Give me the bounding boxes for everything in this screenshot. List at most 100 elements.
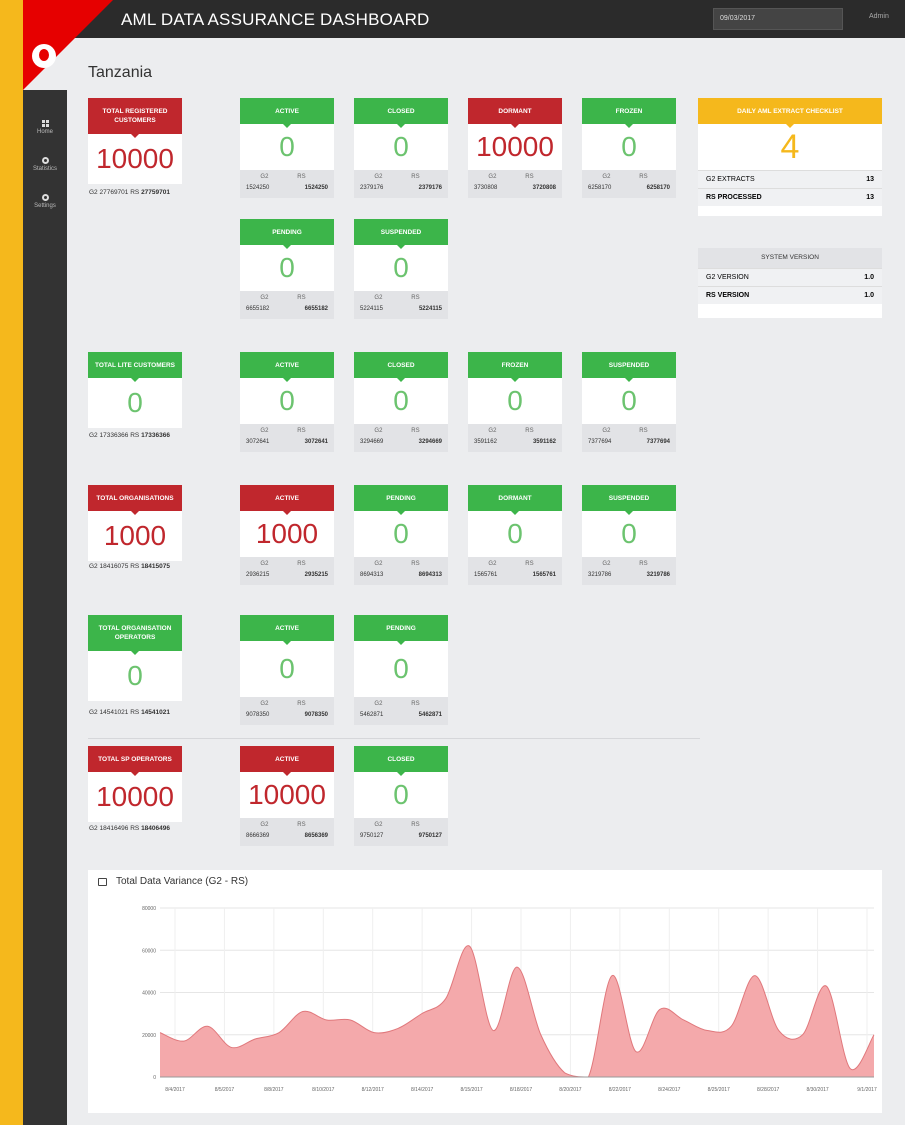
x-tick-label: 8/15/2017 (460, 1087, 482, 1093)
card-footer: G2 RS 3072641 3072641 (240, 424, 334, 452)
card-footer: G2 RS 3730808 3720808 (468, 170, 562, 198)
orgs-dormant-card[interactable]: DORMANT 0 G2 RS 1565761 1565761 (468, 485, 562, 585)
registered-suspended-card[interactable]: SUSPENDED 0 G2 RS 5224115 5224115 (354, 219, 448, 319)
sidebar-item-label: Settings (34, 203, 56, 209)
page-title: Tanzania (88, 64, 153, 81)
card-header: TOTAL ORGANISATIONS (88, 485, 182, 515)
total-org-operators-card[interactable]: TOTAL ORGANISATION OPERATORS 0 (88, 615, 182, 701)
x-tick-label: 8/24/2017 (658, 1087, 680, 1093)
grid-icon (41, 120, 49, 127)
y-tick-label: 60000 (142, 948, 156, 954)
card-value: 0 (240, 641, 334, 697)
x-tick-label: 8/12/2017 (362, 1087, 384, 1093)
x-tick-label: 9/1/2017 (857, 1087, 877, 1093)
card-value: 10000 (88, 772, 182, 822)
orgs-pending-card[interactable]: PENDING 0 G2 RS 8694313 8694313 (354, 485, 448, 585)
card-footer: G2 RS 9750127 9750127 (354, 818, 448, 846)
card-value: 0 (354, 245, 448, 291)
user-menu[interactable]: Admin (869, 13, 889, 20)
x-tick-label: 8/8/2017 (264, 1087, 284, 1093)
lite-closed-card[interactable]: CLOSED 0 G2 RS 3294669 3294669 (354, 352, 448, 452)
registered-frozen-card[interactable]: FROZEN 0 G2 RS 6258170 6258170 (582, 98, 676, 198)
card-footer: G2 RS 1524250 1524250 (240, 170, 334, 198)
card-value: 0 (240, 124, 334, 170)
variance-chart-panel: Total Data Variance (G2 - RS) 80000 60000… (88, 870, 882, 1113)
org-ops-pending-card[interactable]: PENDING 0 G2 RS 5462871 5462871 (354, 615, 448, 725)
card-value: 10000 (88, 134, 182, 184)
card-header: ACTIVE (240, 615, 334, 645)
total-lite-card[interactable]: TOTAL LITE CUSTOMERS 0 (88, 352, 182, 428)
sidebar-item-settings[interactable]: Settings (23, 182, 67, 222)
card-footer: G2 RS 5462871 5462871 (354, 697, 448, 725)
statistics-icon (41, 157, 49, 164)
y-tick-label: 80000 (142, 906, 156, 912)
checklist-row: G2 EXTRACTS 13 (698, 170, 882, 188)
total-foot: G2 17336366 RS 17336366 (89, 432, 170, 439)
card-header: PENDING (354, 485, 448, 515)
vodafone-logo[interactable] (32, 44, 56, 68)
card-header: ACTIVE (240, 485, 334, 515)
x-tick-label: 8/22/2017 (609, 1087, 631, 1093)
lite-frozen-card[interactable]: FROZEN 0 G2 RS 3591162 3591162 (468, 352, 562, 452)
x-tick-label: 8/25/2017 (708, 1087, 730, 1093)
card-value: 0 (582, 378, 676, 424)
total-foot: G2 18416075 RS 18415075 (89, 563, 170, 570)
orgs-active-card[interactable]: ACTIVE 1000 G2 RS 2936215 2935215 (240, 485, 334, 585)
date-input[interactable]: 09/03/2017 (713, 8, 843, 30)
total-foot: G2 14541021 RS 14541021 (89, 709, 170, 716)
card-header: FROZEN (468, 352, 562, 382)
checklist-title: DAILY AML EXTRACT CHECKLIST (698, 98, 882, 128)
total-registered-card[interactable]: TOTAL REGISTERED CUSTOMERS 10000 (88, 98, 182, 184)
card-header: CLOSED (354, 352, 448, 382)
x-tick-label: 8/28/2017 (757, 1087, 779, 1093)
card-value: 0 (582, 511, 676, 557)
sp-ops-active-card[interactable]: ACTIVE 10000 G2 RS 8666369 8656369 (240, 746, 334, 846)
org-ops-active-card[interactable]: ACTIVE 0 G2 RS 9078350 9078350 (240, 615, 334, 725)
card-value: 1000 (240, 511, 334, 557)
version-row: RS VERSION 1.0 (698, 286, 882, 304)
version-title: SYSTEM VERSION (698, 248, 882, 268)
orgs-suspended-card[interactable]: SUSPENDED 0 G2 RS 3219786 3219786 (582, 485, 676, 585)
total-sp-operators-card[interactable]: TOTAL SP OPERATORS 10000 (88, 746, 182, 822)
x-tick-label: 8/18/2017 (510, 1087, 532, 1093)
card-value: 10000 (240, 772, 334, 818)
card-header: SUSPENDED (582, 485, 676, 515)
card-footer: G2 RS 8694313 8694313 (354, 557, 448, 585)
card-header: PENDING (240, 219, 334, 249)
card-value: 10000 (468, 124, 562, 170)
sidebar-item-home[interactable]: Home (23, 108, 67, 148)
card-value: 0 (354, 378, 448, 424)
version-row: G2 VERSION 1.0 (698, 268, 882, 286)
lite-suspended-card[interactable]: SUSPENDED 0 G2 RS 7377694 7377694 (582, 352, 676, 452)
card-header: CLOSED (354, 98, 448, 128)
card-footer: G2 RS 3219786 3219786 (582, 557, 676, 585)
checklist-value: 4 (780, 127, 800, 166)
version-panel: SYSTEM VERSION G2 VERSION 1.0 RS VERSION 1… (698, 248, 882, 318)
lite-active-card[interactable]: ACTIVE 0 G2 RS 3072641 3072641 (240, 352, 334, 452)
app-title: AML DATA ASSURANCE DASHBOARD (121, 10, 430, 29)
card-header: TOTAL SP OPERATORS (88, 746, 182, 776)
card-header: TOTAL ORGANISATION OPERATORS (88, 615, 182, 655)
registered-closed-card[interactable]: CLOSED 0 G2 RS 2379176 2379176 (354, 98, 448, 198)
card-value: 0 (354, 124, 448, 170)
sidebar-item-label: Statistics (32, 166, 57, 172)
sidebar-item-statistics[interactable]: Statistics (23, 145, 67, 185)
card-header: SUSPENDED (354, 219, 448, 249)
checklist-panel: DAILY AML EXTRACT CHECKLIST 4 G2 EXTRACT… (698, 98, 882, 216)
registered-pending-card[interactable]: PENDING 0 G2 RS 6655182 6655182 (240, 219, 334, 319)
checklist-row: RS PROCESSED 13 (698, 188, 882, 206)
total-foot: G2 27769701 RS 27759701 (89, 189, 170, 196)
card-footer: G2 RS 6258170 6258170 (582, 170, 676, 198)
card-header: ACTIVE (240, 352, 334, 382)
card-header: FROZEN (582, 98, 676, 128)
variance-area (160, 945, 874, 1077)
registered-dormant-card[interactable]: DORMANT 10000 G2 RS 3730808 3720808 (468, 98, 562, 198)
card-header: CLOSED (354, 746, 448, 776)
variance-chart: 80000 60000 40000 20000 0 8/4/2017 8/5/2017 8/… (142, 906, 877, 1093)
card-footer: G2 RS 1565761 1565761 (468, 557, 562, 585)
card-footer: G2 RS 6655182 6655182 (240, 291, 334, 319)
card-value: 0 (240, 245, 334, 291)
total-organisations-card[interactable]: TOTAL ORGANISATIONS 1000 (88, 485, 182, 561)
sp-ops-closed-card[interactable]: CLOSED 0 G2 RS 9750127 9750127 (354, 746, 448, 846)
registered-active-card[interactable]: ACTIVE 0 G2 RS 1524250 1524250 (240, 98, 334, 198)
